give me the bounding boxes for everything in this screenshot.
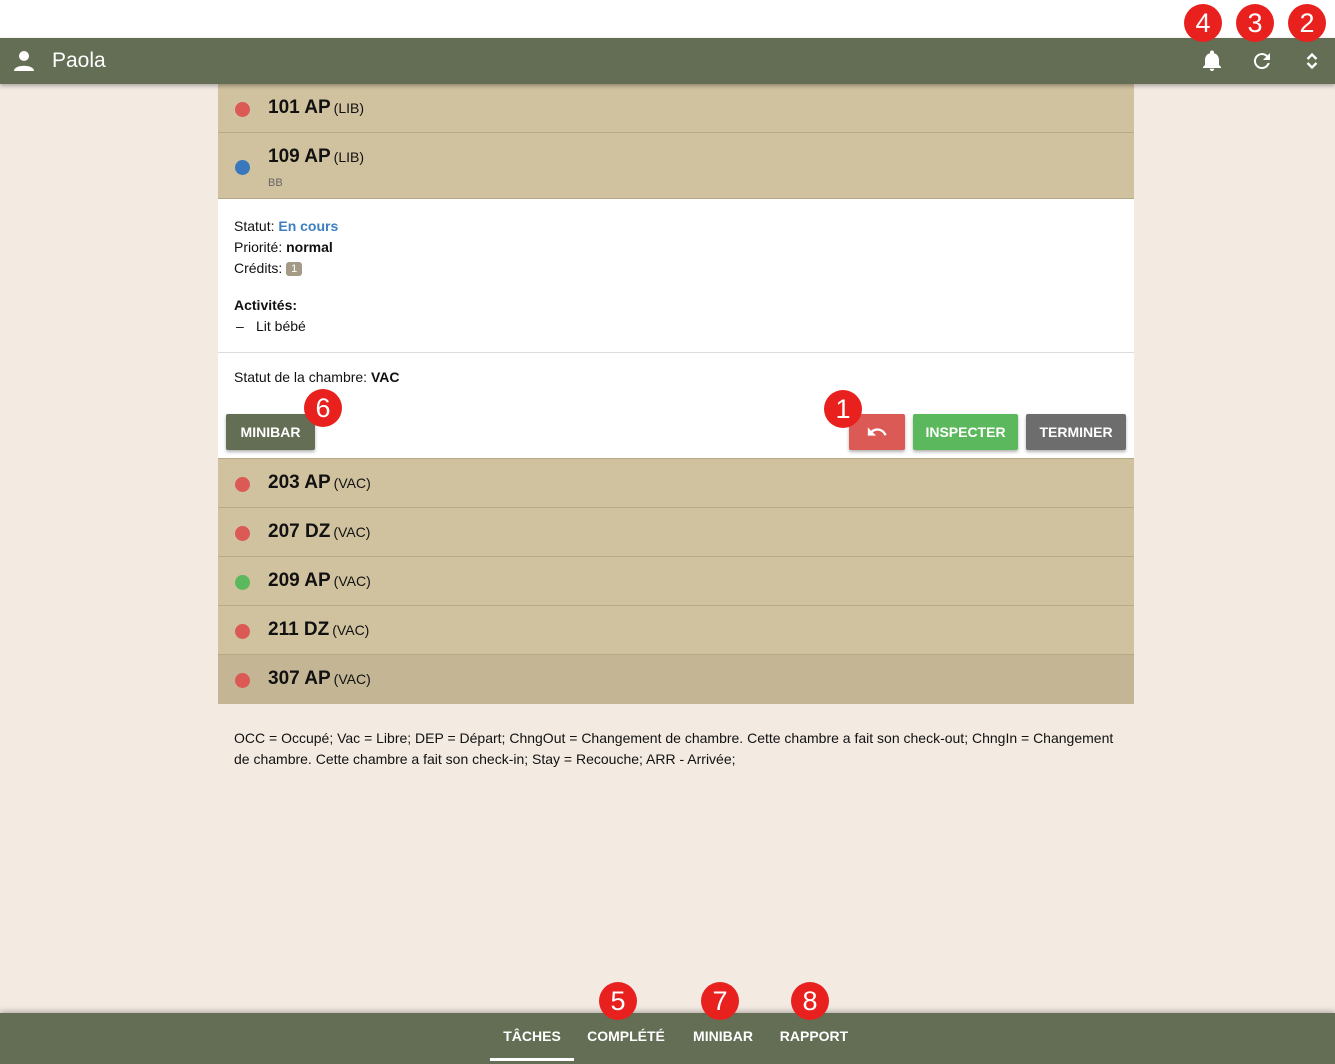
status-dot [235,102,250,117]
room-tag: (VAC) [333,671,371,687]
room-row-211[interactable]: 211 DZ (VAC) [218,606,1134,655]
room-tag: (VAC) [333,573,371,589]
marker-8: 8 [791,982,829,1020]
room-number: 211 DZ [268,619,330,640]
tab-rapport[interactable]: RAPPORT [772,1013,856,1061]
status-dot [235,624,250,639]
finish-button[interactable]: TERMINER [1026,414,1126,450]
room-number: 101 AP [268,97,331,118]
marker-1: 1 [824,390,862,428]
room-row-207[interactable]: 207 DZ (VAC) [218,508,1134,557]
marker-7: 7 [701,982,739,1020]
room-status-line: Statut de la chambre: VAC [234,369,400,385]
room-detail-panel: Statut: En cours Priorité: normal Crédit… [218,199,1134,459]
inspect-button[interactable]: INSPECTER [913,414,1018,450]
status-dot [235,160,250,175]
room-list: 101 AP (LIB) 109 AP (LIB) BB Statut: En co… [218,84,1134,704]
status-legend: OCC = Occupé; Vac = Libre; DEP = Départ;… [234,730,1114,767]
top-strip [0,0,1335,38]
expand-collapse-icon[interactable] [1300,49,1324,73]
marker-5: 5 [599,982,637,1020]
room-tag: (VAC) [333,475,371,491]
room-status-value: VAC [370,369,400,385]
refresh-icon[interactable] [1250,49,1274,73]
marker-2: 2 [1288,4,1326,42]
room-number: 209 AP [268,570,331,591]
credits-badge: 1 [286,262,303,276]
tab-complete[interactable]: COMPLÉTÉ [580,1013,672,1061]
status-dot [235,673,250,688]
room-row-109[interactable]: 109 AP (LIB) BB [218,133,1134,199]
room-tag: (VAC) [333,524,371,540]
activities-heading: Activités: [234,297,298,313]
room-row-203[interactable]: 203 AP (VAC) [218,459,1134,508]
priority-value: normal [286,239,333,255]
status-dot [235,477,250,492]
room-number: 109 AP [268,146,331,167]
room-number: 207 DZ [268,521,331,542]
app-bar: Paola [0,38,1335,84]
status-value: En cours [278,218,339,234]
bell-icon[interactable] [1200,49,1224,73]
room-tag: (LIB) [333,149,365,165]
priority-line: Priorité: normal [234,239,333,255]
minibar-button[interactable]: MINIBAR [226,414,315,450]
room-number: 307 AP [268,668,331,689]
status-dot [235,526,250,541]
room-number: 203 AP [268,472,331,493]
room-row-209[interactable]: 209 AP (VAC) [218,557,1134,606]
marker-6: 6 [304,389,342,427]
room-tag: (VAC) [332,622,370,638]
tab-taches[interactable]: TÂCHES [490,1013,574,1061]
room-row-307[interactable]: 307 AP (VAC) [218,655,1134,704]
room-subtitle: BB [268,177,283,189]
activity-item: – Lit bébé [236,318,306,334]
undo-icon [867,427,887,436]
tab-minibar[interactable]: MINIBAR [684,1013,762,1061]
status-dot [235,575,250,590]
user-name: Paola [52,49,106,72]
credits-line: Crédits: 1 [234,258,1118,279]
room-row-101[interactable]: 101 AP (LIB) [218,84,1134,133]
status-line: Statut: En cours [234,218,339,234]
marker-4: 4 [1184,4,1222,42]
user-icon [14,51,34,71]
bottom-tab-bar: TÂCHES COMPLÉTÉ MINIBAR RAPPORT [0,1013,1335,1064]
marker-3: 3 [1236,4,1274,42]
room-tag: (LIB) [333,100,365,116]
